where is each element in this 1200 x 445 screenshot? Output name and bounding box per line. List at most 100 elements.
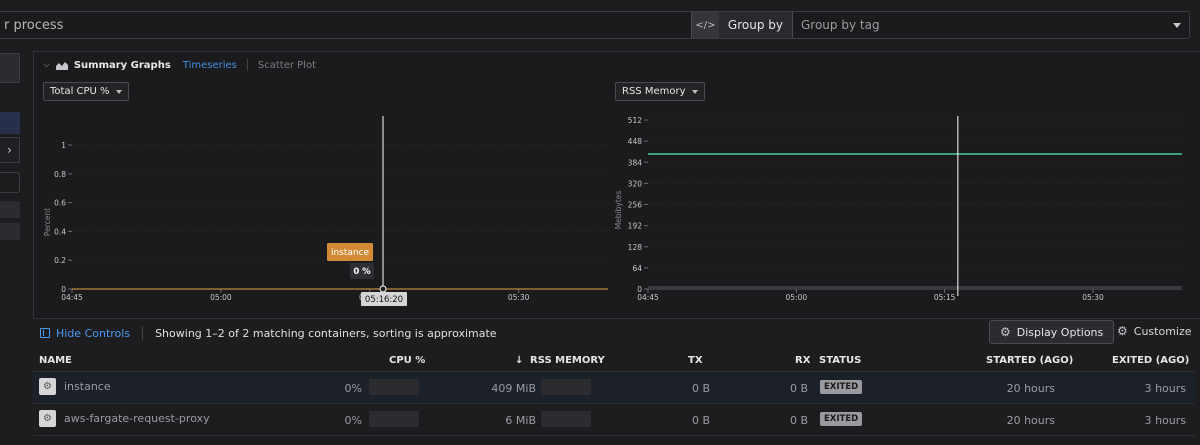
column-header-tx[interactable]: TX — [688, 355, 703, 366]
panel-toggle-icon — [40, 328, 50, 338]
search-bar: r process </> Group by Group by tag — [0, 11, 1190, 39]
cpu-y-axis-label: Percent — [43, 208, 52, 236]
cpu-value: 0% — [344, 414, 362, 427]
controls-divider — [142, 326, 144, 340]
sidebar-fragment[interactable] — [0, 53, 20, 83]
chevron-down-icon — [115, 89, 122, 94]
tab-timeseries[interactable]: Timeseries — [183, 60, 237, 71]
tooltip-series-name: instance — [331, 248, 370, 258]
cpu-tooltip: instance 0 % 05:16:20 — [327, 243, 408, 306]
tx-value: 0 B — [691, 414, 710, 427]
cpu-metric-label: Total CPU % — [50, 86, 110, 97]
cursor-time: 05:16:20 — [365, 295, 403, 305]
cursor-point — [379, 285, 387, 293]
chevron-down-icon — [691, 89, 698, 94]
code-icon: </> — [695, 19, 716, 31]
cpu-bar — [369, 411, 419, 427]
sort-desc-icon: ↓ — [515, 355, 524, 366]
display-options-label: Display Options — [1016, 325, 1104, 339]
tooltip-value: 0 % — [353, 267, 371, 277]
x-tick-label: 05:00 — [210, 293, 232, 302]
y-tick-label: 0.6 — [54, 199, 66, 208]
sidebar-fragment[interactable] — [0, 201, 20, 218]
cpu-chart[interactable]: 00.20.40.60.81 04:4505:0005:1505:30 Perc… — [34, 110, 614, 310]
cpu-bar — [369, 379, 419, 395]
table-controls: Hide Controls Showing 1–2 of 2 matching … — [40, 320, 1192, 344]
summary-graphs-header: ⌵ Summary Graphs Timeseries Scatter Plot — [43, 59, 316, 71]
result-count-text: Showing 1–2 of 2 matching containers, so… — [155, 326, 497, 340]
customize-button[interactable]: ⚙ Customize — [1117, 324, 1192, 338]
table-row[interactable]: ⚙ instance 0% 409 MiB 0 B 0 B EXITED 20 … — [33, 372, 1195, 404]
chevron-right-icon: › — [7, 143, 12, 157]
container-icon: ⚙ — [39, 378, 56, 395]
customize-label: Customize — [1133, 324, 1192, 338]
y-tick-label: 384 — [628, 158, 643, 167]
x-tick-label: 05:30 — [1082, 293, 1104, 302]
sidebar-input-fragment[interactable] — [0, 172, 20, 193]
table-row[interactable]: ⚙ aws-fargate-request-proxy 0% 6 MiB 0 B… — [33, 404, 1195, 436]
group-by-select[interactable]: Group by tag — [793, 12, 1189, 38]
column-header-exited[interactable]: EXITED (AGO) — [1112, 355, 1189, 366]
area-chart-icon — [55, 61, 68, 70]
sidebar-fragment[interactable] — [0, 223, 20, 240]
table-header-row: NAME CPU % ↓ RSS MEMORY TX RX STATUS STA… — [33, 349, 1195, 372]
column-header-rx[interactable]: RX — [795, 355, 810, 366]
rx-value: 0 B — [789, 414, 808, 427]
hide-controls-button[interactable]: Hide Controls — [40, 327, 130, 340]
column-header-cpu[interactable]: CPU % — [389, 355, 425, 366]
chevron-down-icon — [1173, 22, 1181, 28]
container-name-cell: ⚙ instance — [39, 378, 111, 395]
group-by-label: Group by — [718, 12, 793, 38]
status-badge: EXITED — [820, 412, 863, 426]
code-toggle-button[interactable]: </> — [690, 12, 719, 38]
summary-graphs-title: Summary Graphs — [73, 59, 171, 71]
memory-metric-select[interactable]: RSS Memory — [615, 82, 705, 101]
memory-value: 409 MiB — [491, 382, 536, 395]
column-header-started[interactable]: STARTED (AGO) — [986, 355, 1073, 366]
memory-bar — [541, 379, 591, 395]
column-header-status[interactable]: STATUS — [819, 355, 861, 366]
group-by-placeholder: Group by tag — [801, 18, 880, 32]
x-tick-label: 04:45 — [61, 293, 83, 302]
column-header-name[interactable]: NAME — [39, 355, 72, 366]
exited-value: 3 hours — [1144, 382, 1186, 395]
tab-divider — [246, 59, 248, 71]
summary-graphs-panel: ⌵ Summary Graphs Timeseries Scatter Plot… — [33, 51, 1200, 319]
y-tick-label: 0.2 — [54, 256, 66, 265]
status-badge: EXITED — [820, 380, 863, 394]
memory-value: 6 MiB — [505, 414, 536, 427]
x-tick-label: 04:45 — [637, 293, 659, 302]
y-tick-label: 128 — [628, 243, 643, 252]
column-header-rss-memory[interactable]: RSS MEMORY — [530, 355, 605, 366]
tab-scatter-plot[interactable]: Scatter Plot — [258, 60, 316, 71]
containers-table: NAME CPU % ↓ RSS MEMORY TX RX STATUS STA… — [33, 349, 1195, 436]
collapse-chevron-icon[interactable]: ⌵ — [43, 60, 50, 70]
y-tick-label: 512 — [628, 116, 643, 125]
container-icon: ⚙ — [39, 410, 56, 427]
memory-chart[interactable]: 064128192256320384448512 04:45 05:00 05:15… — [608, 110, 1200, 310]
search-input[interactable]: r process — [0, 18, 691, 33]
hide-controls-label: Hide Controls — [56, 326, 131, 340]
y-tick-label: 0.8 — [54, 170, 66, 179]
display-options-button[interactable]: ⚙ Display Options — [989, 320, 1115, 344]
sidebar-expand-button[interactable]: › — [0, 137, 20, 163]
exited-value: 3 hours — [1144, 414, 1186, 427]
memory-bar — [541, 411, 591, 427]
container-name[interactable]: instance — [64, 380, 111, 393]
memory-y-axis-label: Mebibytes — [614, 191, 623, 230]
container-name-cell: ⚙ aws-fargate-request-proxy — [39, 410, 210, 427]
sidebar-fragment-selected[interactable] — [0, 112, 20, 134]
y-tick-label: 1 — [61, 141, 66, 150]
x-tick-label: 05:15 — [934, 293, 956, 302]
container-name[interactable]: aws-fargate-request-proxy — [64, 412, 210, 425]
tx-value: 0 B — [691, 382, 710, 395]
y-tick-label: 64 — [632, 264, 642, 273]
memory-metric-label: RSS Memory — [622, 86, 686, 97]
rx-value: 0 B — [789, 382, 808, 395]
x-tick-label: 05:30 — [508, 293, 530, 302]
started-value: 20 hours — [1006, 382, 1055, 395]
cpu-metric-select[interactable]: Total CPU % — [43, 82, 129, 101]
gear-icon: ⚙ — [1117, 324, 1128, 338]
y-tick-label: 320 — [628, 179, 643, 188]
y-tick-label: 448 — [628, 137, 643, 146]
